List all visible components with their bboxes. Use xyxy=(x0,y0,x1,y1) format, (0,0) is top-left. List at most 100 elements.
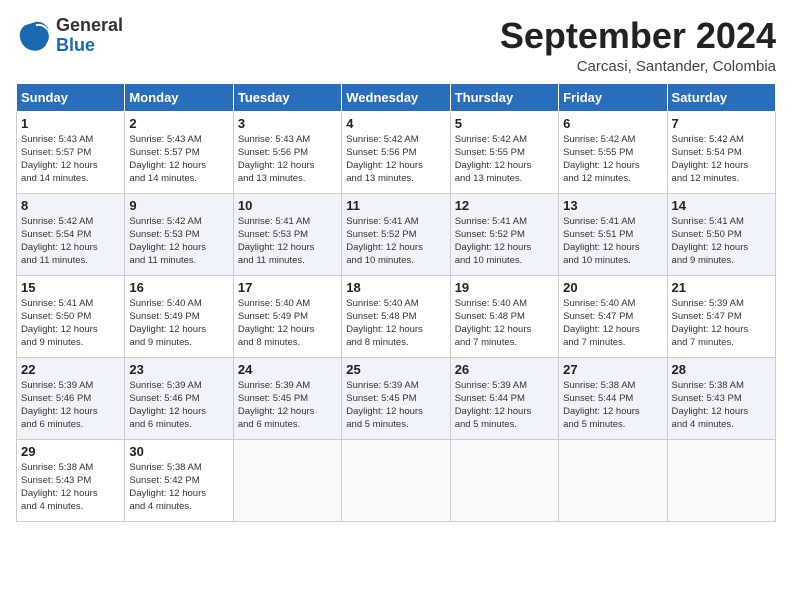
calendar-cell: 12Sunrise: 5:41 AM Sunset: 5:52 PM Dayli… xyxy=(450,193,558,275)
calendar-cell xyxy=(667,439,775,521)
calendar-cell: 10 Sunrise: 5:41 AM Sunset: 5:53 PM Dayli… xyxy=(233,193,341,275)
day-number: 15 xyxy=(21,280,120,295)
logo-icon xyxy=(16,18,52,54)
col-tuesday: Tuesday xyxy=(233,83,341,111)
logo-general: General xyxy=(56,15,123,35)
header: General Blue September 2024 Carcasi, San… xyxy=(16,16,776,75)
col-sunday: Sunday xyxy=(17,83,125,111)
day-info: Sunrise: 5:41 AM Sunset: 5:53 PM Dayligh… xyxy=(238,215,337,268)
day-number: 19 xyxy=(455,280,554,295)
calendar-cell: 15 Sunrise: 5:41 AM Sunset: 5:50 PM Dayli… xyxy=(17,275,125,357)
calendar-cell: 2Sunrise: 5:43 AM Sunset: 5:57 PM Daylig… xyxy=(125,111,233,193)
day-info: Sunrise: 5:38 AM Sunset: 5:43 PM Dayligh… xyxy=(21,461,120,514)
col-saturday: Saturday xyxy=(667,83,775,111)
day-number: 7 xyxy=(672,116,771,131)
calendar-cell: 23 Sunrise: 5:39 AM Sunset: 5:46 PM Dayli… xyxy=(125,357,233,439)
day-number: 13 xyxy=(563,198,662,213)
day-number: 4 xyxy=(346,116,445,131)
calendar-cell: 1 Sunrise: 5:43 AM Sunset: 5:57 PM Daylig… xyxy=(17,111,125,193)
calendar-cell xyxy=(233,439,341,521)
day-info: Sunrise: 5:39 AM Sunset: 5:46 PM Dayligh… xyxy=(129,379,228,432)
day-info: Sunrise: 5:41 AM Sunset: 5:50 PM Dayligh… xyxy=(21,297,120,350)
day-info: Sunrise: 5:42 AM Sunset: 5:55 PM Dayligh… xyxy=(563,133,662,186)
table-row: 15 Sunrise: 5:41 AM Sunset: 5:50 PM Dayli… xyxy=(17,275,776,357)
day-info: Sunrise: 5:42 AM Sunset: 5:54 PM Dayligh… xyxy=(21,215,120,268)
day-info: Sunrise: 5:42 AM Sunset: 5:56 PM Dayligh… xyxy=(346,133,445,186)
calendar-cell: 16 Sunrise: 5:40 AM Sunset: 5:49 PM Dayli… xyxy=(125,275,233,357)
calendar-cell: 13 Sunrise: 5:41 AM Sunset: 5:51 PM Dayli… xyxy=(559,193,667,275)
day-number: 10 xyxy=(238,198,337,213)
day-number: 30 xyxy=(129,444,228,459)
day-number: 6 xyxy=(563,116,662,131)
day-info: Sunrise: 5:42 AM Sunset: 5:53 PM Dayligh… xyxy=(129,215,228,268)
day-info: Sunrise: 5:40 AM Sunset: 5:49 PM Dayligh… xyxy=(129,297,228,350)
day-info: Sunrise: 5:42 AM Sunset: 5:54 PM Dayligh… xyxy=(672,133,771,186)
day-info: Sunrise: 5:43 AM Sunset: 5:57 PM Dayligh… xyxy=(21,133,120,186)
table-row: 29 Sunrise: 5:38 AM Sunset: 5:43 PM Dayli… xyxy=(17,439,776,521)
calendar-cell: 5 Sunrise: 5:42 AM Sunset: 5:55 PM Daylig… xyxy=(450,111,558,193)
calendar-cell: 21 Sunrise: 5:39 AM Sunset: 5:47 PM Dayli… xyxy=(667,275,775,357)
day-info: Sunrise: 5:41 AM Sunset: 5:52 PM Dayligh… xyxy=(346,215,445,268)
col-monday: Monday xyxy=(125,83,233,111)
table-row: 8 Sunrise: 5:42 AM Sunset: 5:54 PM Daylig… xyxy=(17,193,776,275)
day-number: 27 xyxy=(563,362,662,377)
day-info: Sunrise: 5:38 AM Sunset: 5:44 PM Dayligh… xyxy=(563,379,662,432)
day-info: Sunrise: 5:41 AM Sunset: 5:51 PM Dayligh… xyxy=(563,215,662,268)
day-number: 29 xyxy=(21,444,120,459)
day-number: 28 xyxy=(672,362,771,377)
location: Carcasi, Santander, Colombia xyxy=(500,58,776,75)
day-number: 18 xyxy=(346,280,445,295)
calendar-cell: 26 Sunrise: 5:39 AM Sunset: 5:44 PM Dayli… xyxy=(450,357,558,439)
day-info: Sunrise: 5:40 AM Sunset: 5:48 PM Dayligh… xyxy=(346,297,445,350)
day-info: Sunrise: 5:40 AM Sunset: 5:49 PM Dayligh… xyxy=(238,297,337,350)
day-info: Sunrise: 5:39 AM Sunset: 5:45 PM Dayligh… xyxy=(346,379,445,432)
day-info: Sunrise: 5:38 AM Sunset: 5:43 PM Dayligh… xyxy=(672,379,771,432)
calendar-table: Sunday Monday Tuesday Wednesday Thursday… xyxy=(16,83,776,522)
day-number: 23 xyxy=(129,362,228,377)
calendar-cell: 8 Sunrise: 5:42 AM Sunset: 5:54 PM Daylig… xyxy=(17,193,125,275)
day-info: Sunrise: 5:39 AM Sunset: 5:44 PM Dayligh… xyxy=(455,379,554,432)
calendar-cell: 25 Sunrise: 5:39 AM Sunset: 5:45 PM Dayli… xyxy=(342,357,450,439)
day-number: 22 xyxy=(21,362,120,377)
day-info: Sunrise: 5:40 AM Sunset: 5:48 PM Dayligh… xyxy=(455,297,554,350)
logo: General Blue xyxy=(16,16,123,56)
calendar-cell: 6 Sunrise: 5:42 AM Sunset: 5:55 PM Daylig… xyxy=(559,111,667,193)
day-info: Sunrise: 5:39 AM Sunset: 5:46 PM Dayligh… xyxy=(21,379,120,432)
logo-blue: Blue xyxy=(56,35,95,55)
day-info: Sunrise: 5:42 AM Sunset: 5:55 PM Dayligh… xyxy=(455,133,554,186)
day-info: Sunrise: 5:39 AM Sunset: 5:45 PM Dayligh… xyxy=(238,379,337,432)
calendar-cell: 24Sunrise: 5:39 AM Sunset: 5:45 PM Dayli… xyxy=(233,357,341,439)
calendar-cell: 30Sunrise: 5:38 AM Sunset: 5:42 PM Dayli… xyxy=(125,439,233,521)
month-title: September 2024 xyxy=(500,16,776,56)
day-number: 26 xyxy=(455,362,554,377)
calendar-cell: 4 Sunrise: 5:42 AM Sunset: 5:56 PM Daylig… xyxy=(342,111,450,193)
calendar-cell xyxy=(450,439,558,521)
day-number: 25 xyxy=(346,362,445,377)
day-number: 16 xyxy=(129,280,228,295)
calendar-header-row: Sunday Monday Tuesday Wednesday Thursday… xyxy=(17,83,776,111)
calendar-cell: 22 Sunrise: 5:39 AM Sunset: 5:46 PM Dayli… xyxy=(17,357,125,439)
col-thursday: Thursday xyxy=(450,83,558,111)
day-number: 9 xyxy=(129,198,228,213)
calendar-cell: 17Sunrise: 5:40 AM Sunset: 5:49 PM Dayli… xyxy=(233,275,341,357)
calendar-cell: 27 Sunrise: 5:38 AM Sunset: 5:44 PM Dayli… xyxy=(559,357,667,439)
day-number: 21 xyxy=(672,280,771,295)
calendar-cell: 9 Sunrise: 5:42 AM Sunset: 5:53 PM Daylig… xyxy=(125,193,233,275)
calendar-cell: 28 Sunrise: 5:38 AM Sunset: 5:43 PM Dayli… xyxy=(667,357,775,439)
calendar-cell: 18 Sunrise: 5:40 AM Sunset: 5:48 PM Dayli… xyxy=(342,275,450,357)
day-number: 3 xyxy=(238,116,337,131)
day-info: Sunrise: 5:41 AM Sunset: 5:52 PM Dayligh… xyxy=(455,215,554,268)
day-number: 5 xyxy=(455,116,554,131)
day-number: 14 xyxy=(672,198,771,213)
title-block: September 2024 Carcasi, Santander, Colom… xyxy=(500,16,776,75)
calendar-cell: 19 Sunrise: 5:40 AM Sunset: 5:48 PM Dayli… xyxy=(450,275,558,357)
table-row: 1 Sunrise: 5:43 AM Sunset: 5:57 PM Daylig… xyxy=(17,111,776,193)
day-number: 8 xyxy=(21,198,120,213)
day-info: Sunrise: 5:39 AM Sunset: 5:47 PM Dayligh… xyxy=(672,297,771,350)
table-row: 22 Sunrise: 5:39 AM Sunset: 5:46 PM Dayli… xyxy=(17,357,776,439)
day-info: Sunrise: 5:41 AM Sunset: 5:50 PM Dayligh… xyxy=(672,215,771,268)
day-number: 2 xyxy=(129,116,228,131)
logo-text: General Blue xyxy=(56,16,123,56)
calendar-body: 1 Sunrise: 5:43 AM Sunset: 5:57 PM Daylig… xyxy=(17,111,776,521)
day-number: 1 xyxy=(21,116,120,131)
